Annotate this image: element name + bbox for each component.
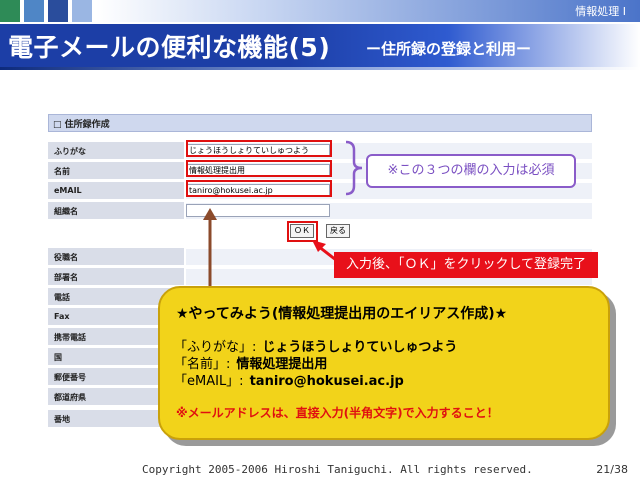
exercise-title: ★やってみよう(情報処理提出用のエイリアス作成)★ bbox=[176, 306, 508, 322]
exercise-warning: ※メールアドレスは、直接入力(半角文字)で入力すること！ bbox=[176, 406, 499, 420]
exercise-value: taniro@hokusei.ac.jp bbox=[249, 374, 404, 389]
ok-instruction-callout: 入力後、「ＯＫ」をクリックして登録完了 bbox=[334, 252, 598, 278]
copyright-footer: Copyright 2005-2006 Hiroshi Taniguchi. A… bbox=[142, 463, 533, 476]
exercise-line: 「eMAIL」: taniro@hokusei.ac.jp bbox=[174, 370, 404, 389]
page-number: 21/38 bbox=[596, 463, 628, 476]
exercise-key: 「eMAIL」: bbox=[174, 374, 244, 389]
